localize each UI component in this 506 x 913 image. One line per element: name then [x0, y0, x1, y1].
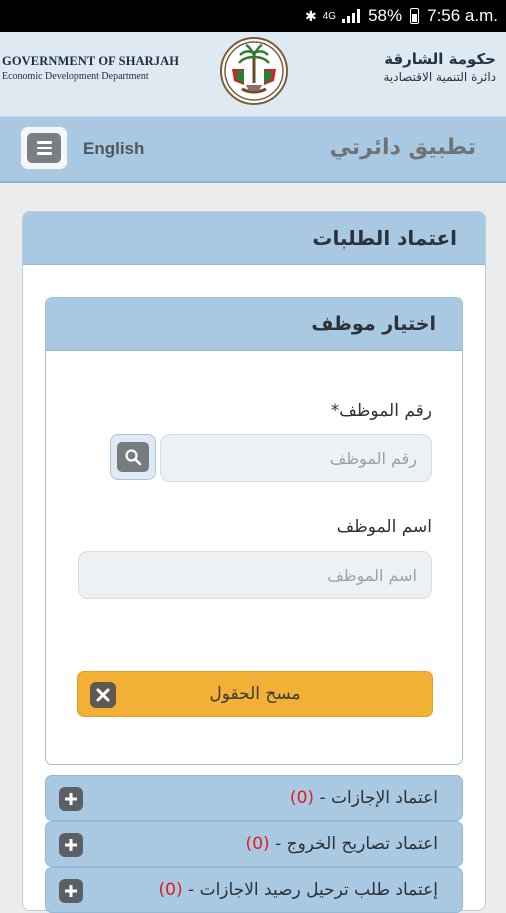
- clear-fields-button[interactable]: مسح الحقول: [77, 671, 433, 717]
- accordion-leave-approvals[interactable]: اعتماد الإجازات - (0): [45, 775, 463, 821]
- app-bar: English تطبيق دائرتي: [0, 117, 506, 183]
- accordion-leave-balance-carryover[interactable]: إعتماد طلب ترحيل رصيد الاجازات - (0): [45, 867, 463, 913]
- signal-icon: [342, 9, 361, 23]
- gov-arabic-text: حكومة الشارقة دائرة التنمية الاقتصادية: [384, 50, 497, 84]
- network-type: 4G: [322, 10, 337, 22]
- status-icons: ✱ 4G: [305, 7, 361, 25]
- gov-en-line2: Economic Development Department: [2, 71, 149, 82]
- battery-percent: 58%: [368, 6, 403, 25]
- search-icon: [117, 442, 149, 472]
- hamburger-icon: [27, 133, 61, 163]
- plus-icon: [59, 787, 83, 811]
- menu-button[interactable]: [20, 126, 68, 170]
- battery-icon: [410, 8, 420, 24]
- gov-ar-line2: دائرة التنمية الاقتصادية: [383, 70, 497, 84]
- employee-name-input[interactable]: [78, 551, 432, 599]
- employee-panel-header: اختيار موظف: [46, 298, 462, 351]
- gov-english-text: GOVERNMENT OF SHARJAH Economic Developme…: [2, 54, 179, 82]
- status-bar: ✱ 4G 58% 7:56 a.m.: [0, 0, 506, 32]
- app-title: تطبيق دائرتي: [329, 135, 476, 160]
- accordion-label: اعتماد الإجازات - (0): [290, 788, 438, 808]
- accordion-label: إعتماد طلب ترحيل رصيد الاجازات - (0): [159, 880, 438, 900]
- government-header: GOVERNMENT OF SHARJAH Economic Developme…: [0, 32, 506, 117]
- accordion-title: اعتماد الإجازات -: [319, 788, 438, 808]
- bluetooth-icon: ✱: [305, 7, 317, 24]
- accordion-label: اعتماد تصاريح الخروج - (0): [246, 834, 438, 854]
- gov-ar-line1: حكومة الشارقة: [384, 50, 496, 68]
- plus-icon: [59, 833, 83, 857]
- gov-en-line1: GOVERNMENT OF SHARJAH: [2, 54, 180, 68]
- approvals-card-header: اعتماد الطلبات: [23, 212, 485, 265]
- employee-select-panel: اختيار موظف رقم الموظف* اسم الموظف مسح ا…: [45, 297, 463, 765]
- employee-name-label: اسم الموظف: [336, 517, 432, 537]
- language-switch-link[interactable]: English: [83, 139, 144, 159]
- clock: 7:56 a.m.: [427, 6, 498, 25]
- employee-number-input[interactable]: [160, 434, 432, 482]
- clear-fields-label: مسح الحقول: [209, 684, 301, 704]
- approvals-card-title: اعتماد الطلبات: [312, 226, 457, 250]
- sharjah-emblem-logo: [220, 37, 288, 105]
- employee-panel-title: اختيار موظف: [311, 313, 436, 335]
- accordion-exit-permits[interactable]: اعتماد تصاريح الخروج - (0): [45, 821, 463, 867]
- accordion-count: (0): [245, 834, 270, 854]
- employee-number-label: رقم الموظف*: [330, 401, 432, 421]
- accordion-count: (0): [289, 788, 315, 808]
- plus-icon: [59, 879, 83, 903]
- search-button[interactable]: [110, 434, 156, 480]
- accordion-title: إعتماد طلب ترحيل رصيد الاجازات -: [188, 880, 438, 900]
- accordion-count: (0): [158, 880, 183, 900]
- accordion-title: اعتماد تصاريح الخروج -: [275, 834, 438, 854]
- approvals-card: اعتماد الطلبات اختيار موظف رقم الموظف* ا…: [22, 211, 486, 913]
